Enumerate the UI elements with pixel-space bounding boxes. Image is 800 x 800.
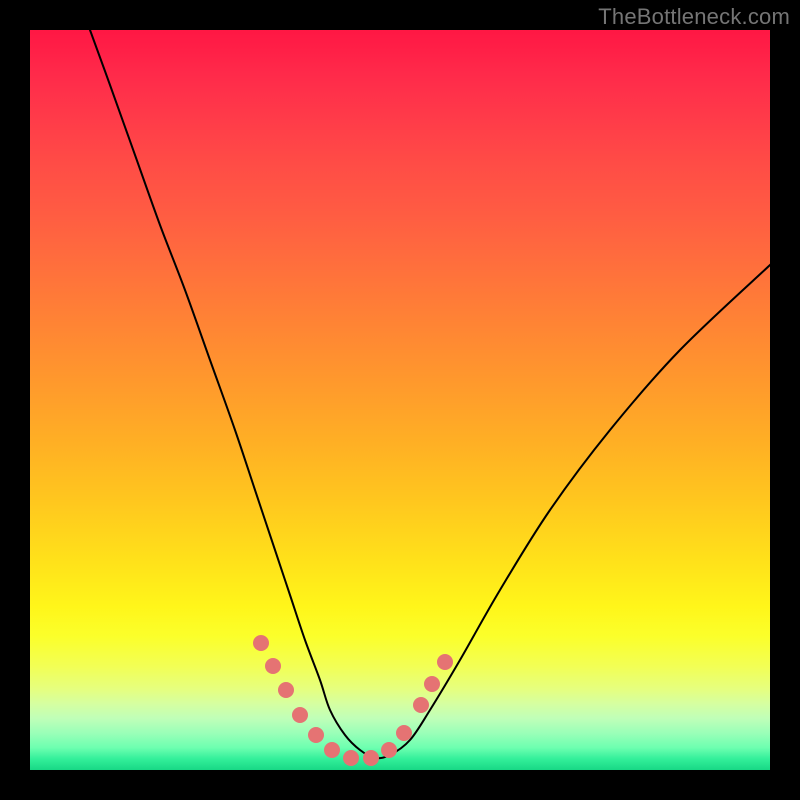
curve-marker [278, 682, 294, 698]
curve-marker [413, 697, 429, 713]
curve-markers [253, 635, 453, 766]
curve-marker [308, 727, 324, 743]
bottleneck-curve [90, 30, 777, 758]
curve-marker [363, 750, 379, 766]
curve-marker [437, 654, 453, 670]
curve-marker [292, 707, 308, 723]
watermark-text: TheBottleneck.com [598, 4, 790, 30]
curve-marker [424, 676, 440, 692]
curve-marker [396, 725, 412, 741]
plot-area [30, 30, 770, 770]
curve-svg [30, 30, 770, 770]
curve-marker [381, 742, 397, 758]
chart-stage: TheBottleneck.com [0, 0, 800, 800]
curve-marker [343, 750, 359, 766]
curve-marker [324, 742, 340, 758]
curve-marker [265, 658, 281, 674]
curve-marker [253, 635, 269, 651]
